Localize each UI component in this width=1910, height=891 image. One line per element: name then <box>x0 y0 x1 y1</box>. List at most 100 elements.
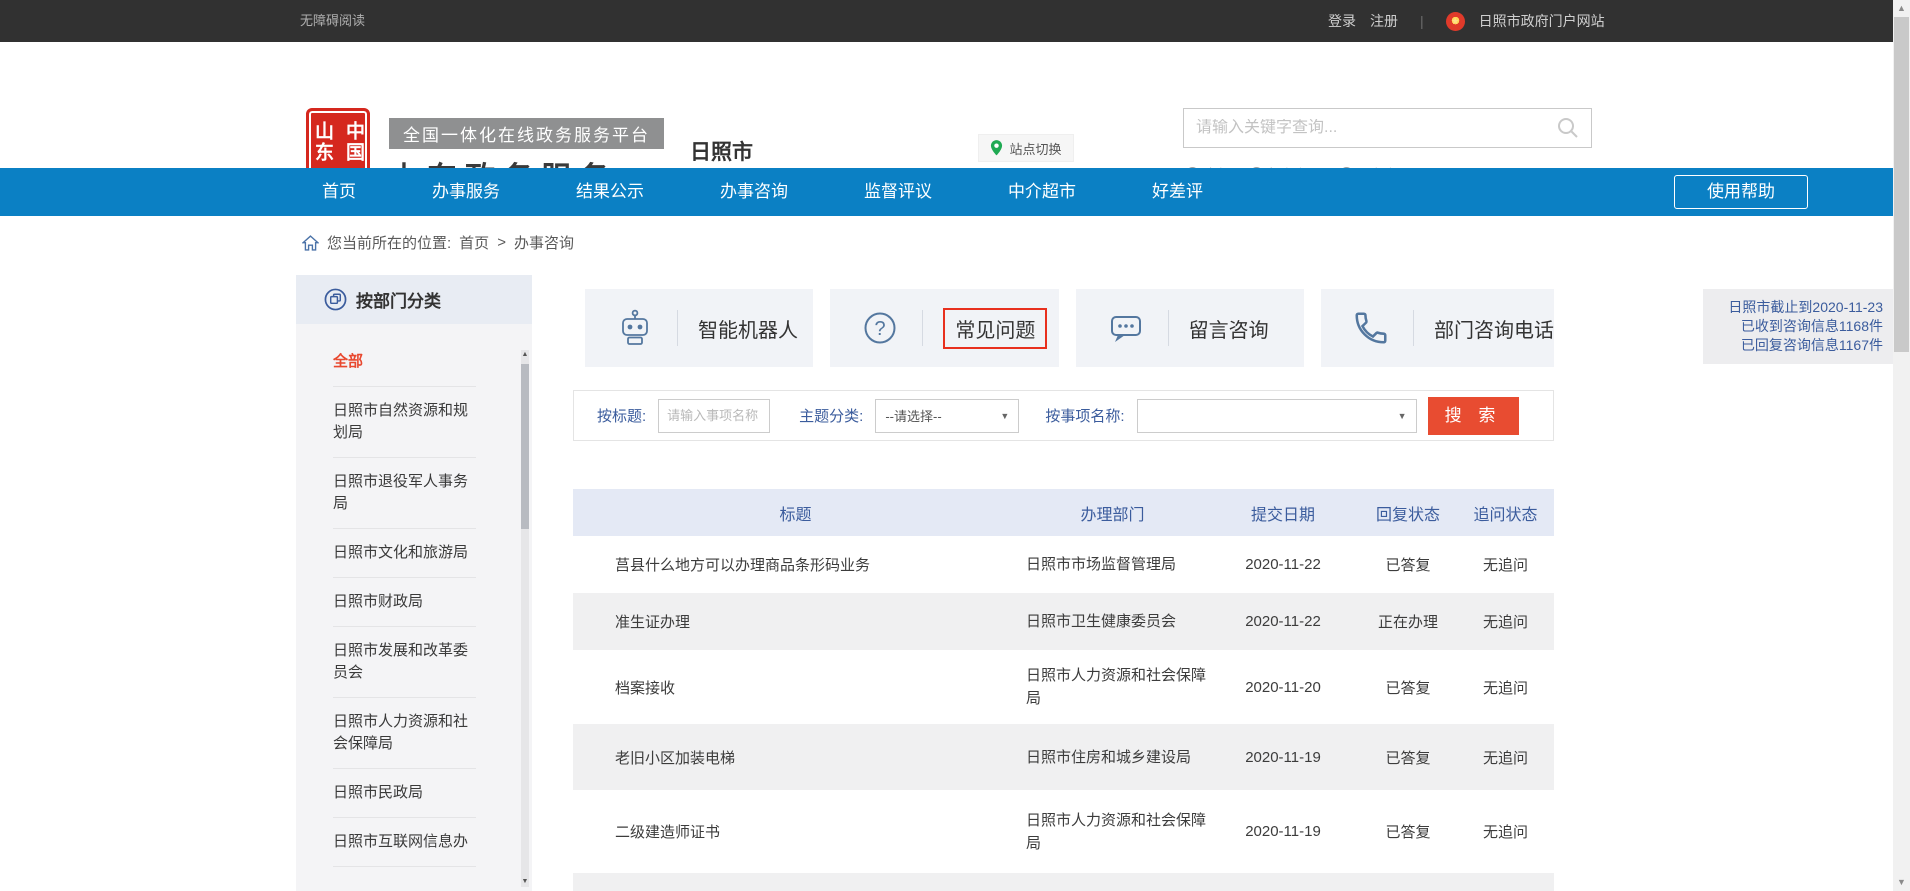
seal-text-left: 山东 <box>309 121 336 163</box>
topic-select-value: --请选择-- <box>885 406 941 425</box>
consult-channel-cards: 智能机器人 ? 常见问题 留言咨询 部门咨询电话 <box>585 289 1554 367</box>
nav-item-services[interactable]: 办事服务 <box>432 168 500 216</box>
row-follow-status: 无追问 <box>1457 611 1554 632</box>
row-title-link[interactable]: 二级建造师证书 <box>573 821 1018 842</box>
keyword-search-input[interactable] <box>1184 119 1555 137</box>
table-row[interactable]: 档案接收 日照市人力资源和社会保障局 2020-11-20 已答复 无追问 <box>573 650 1554 724</box>
accessibility-link[interactable]: 无障碍阅读 <box>300 0 365 42</box>
tab-smart-robot[interactable]: 智能机器人 <box>585 289 813 367</box>
sidebar-item-all[interactable]: 全部 <box>333 338 476 387</box>
question-icon: ? <box>858 308 902 348</box>
sidebar-title: 按部门分类 <box>356 287 441 312</box>
tab-department-phone[interactable]: 部门咨询电话 <box>1321 289 1554 367</box>
robot-icon <box>613 308 657 348</box>
consultation-stats: 日照市截止到2020-11-23 已收到咨询信息1168件 已回复咨询信息116… <box>1703 289 1893 364</box>
table-row-partially-visible <box>573 873 1554 891</box>
nav-item-supervision[interactable]: 监督评议 <box>864 168 932 216</box>
register-link[interactable]: 注册 <box>1370 11 1398 31</box>
breadcrumb-home[interactable]: 首页 <box>459 232 489 253</box>
breadcrumb-separator: > <box>497 234 506 251</box>
sidebar-item-civil-affairs[interactable]: 日照市民政局 <box>333 769 476 818</box>
nav-item-home[interactable]: 首页 <box>322 168 356 216</box>
row-department: 日照市人力资源和社会保障局 <box>1018 664 1207 710</box>
portal-link[interactable]: 日照市政府门户网站 <box>1479 11 1605 31</box>
sidebar-item-finance[interactable]: 日照市财政局 <box>333 578 476 627</box>
item-name-select[interactable]: ▼ <box>1137 399 1417 433</box>
sidebar-item-human-resources[interactable]: 日照市人力资源和社会保障局 <box>333 698 476 769</box>
table-body: 莒县什么地方可以办理商品条形码业务 日照市市场监督管理局 2020-11-22 … <box>573 536 1554 891</box>
sidebar-item-natural-resources[interactable]: 日照市自然资源和规划局 <box>333 387 476 458</box>
row-title-link[interactable]: 档案接收 <box>573 677 1018 698</box>
breadcrumb-prefix: 您当前所在的位置: <box>327 232 451 253</box>
row-department: 日照市人力资源和社会保障局 <box>1018 809 1207 855</box>
nav-item-rating[interactable]: 好差评 <box>1152 168 1203 216</box>
nav-item-consult[interactable]: 办事咨询 <box>720 168 788 216</box>
sidebar-item-veterans[interactable]: 日照市退役军人事务局 <box>333 458 476 529</box>
message-icon <box>1104 308 1148 348</box>
login-link[interactable]: 登录 <box>1328 11 1356 31</box>
nav-item-results[interactable]: 结果公示 <box>576 168 644 216</box>
topic-select[interactable]: --请选择-- ▼ <box>875 399 1019 433</box>
row-follow-status: 无追问 <box>1457 747 1554 768</box>
breadcrumb: 您当前所在的位置: 首页 > 办事咨询 <box>302 232 574 253</box>
row-date: 2020-11-19 <box>1207 823 1359 840</box>
department-sidebar: 按部门分类 全部 日照市自然资源和规划局 日照市退役军人事务局 日照市文化和旅游… <box>296 275 532 891</box>
logo-tagline: 全国一体化在线政务服务平台 <box>389 118 664 149</box>
sidebar-item-culture-tourism[interactable]: 日照市文化和旅游局 <box>333 529 476 578</box>
row-reply-status: 正在办理 <box>1359 611 1457 632</box>
tab-label-department-phone: 部门咨询电话 <box>1434 314 1554 343</box>
row-title-link[interactable]: 莒县什么地方可以办理商品条形码业务 <box>573 554 1018 575</box>
nav-item-intermediary[interactable]: 中介超市 <box>1008 168 1076 216</box>
national-emblem-icon: ★ <box>1446 12 1465 31</box>
search-icon[interactable] <box>1555 115 1581 141</box>
row-date: 2020-11-22 <box>1207 613 1359 630</box>
stats-line-received: 已收到咨询信息1168件 <box>1703 317 1883 336</box>
table-row[interactable]: 莒县什么地方可以办理商品条形码业务 日照市市场监督管理局 2020-11-22 … <box>573 536 1554 593</box>
column-header-date: 提交日期 <box>1207 501 1359 525</box>
filter-title-label: 按标题: <box>597 405 646 426</box>
sidebar-scroll-thumb[interactable] <box>521 364 529 529</box>
table-row[interactable]: 老旧小区加装电梯 日照市住房和城乡建设局 2020-11-19 已答复 无追问 <box>573 724 1554 790</box>
site-header: 中国 山东 全国一体化在线政务服务平台 山东政务服务 日照市 站点切换 全部 权 <box>0 42 1910 168</box>
help-button[interactable]: 使用帮助 <box>1674 175 1808 209</box>
tab-leave-message[interactable]: 留言咨询 <box>1076 289 1304 367</box>
chevron-down-icon: ▼ <box>1398 411 1407 421</box>
column-header-title: 标题 <box>573 501 1018 525</box>
tab-label-faq-highlighted: 常见问题 <box>943 308 1047 349</box>
filter-search-button[interactable]: 搜 索 <box>1428 397 1519 435</box>
tab-label-leave-message: 留言咨询 <box>1189 314 1269 343</box>
filter-title-input[interactable] <box>658 399 770 433</box>
sidebar-scroll-down-icon[interactable]: ▼ <box>521 877 529 887</box>
scroll-up-icon[interactable]: ▲ <box>1893 0 1910 17</box>
keyword-search-box <box>1183 108 1592 148</box>
sidebar-header: 按部门分类 <box>296 275 532 324</box>
faq-filter-bar: 按标题: 主题分类: --请选择-- ▼ 按事项名称: ▼ 搜 索 <box>573 390 1554 441</box>
seal-text-right: 中国 <box>340 121 367 163</box>
government-service-portal-page: 无障碍阅读 登录 注册 | ★ 日照市政府门户网站 中国 山东 全国一体化在线政… <box>0 0 1910 891</box>
table-row[interactable]: 二级建造师证书 日照市人力资源和社会保障局 2020-11-19 已答复 无追问 <box>573 790 1554 873</box>
row-department: 日照市卫生健康委员会 <box>1018 610 1207 633</box>
row-title-link[interactable]: 老旧小区加装电梯 <box>573 747 1018 768</box>
chevron-down-icon: ▼ <box>1000 411 1009 421</box>
scroll-down-icon[interactable]: ▼ <box>1893 874 1910 891</box>
row-reply-status: 已答复 <box>1359 821 1457 842</box>
sidebar-scroll-up-icon[interactable]: ▲ <box>521 350 529 360</box>
sidebar-scrollbar[interactable]: ▲ ▼ <box>521 350 529 887</box>
table-row[interactable]: 准生证办理 日照市卫生健康委员会 2020-11-22 正在办理 无追问 <box>573 593 1554 650</box>
tab-faq[interactable]: ? 常见问题 <box>830 289 1058 367</box>
sidebar-item-development-reform[interactable]: 日照市发展和改革委员会 <box>333 627 476 698</box>
site-switch-button[interactable]: 站点切换 <box>978 134 1074 162</box>
phone-icon <box>1349 309 1393 347</box>
scrollbar-thumb[interactable] <box>1894 17 1909 352</box>
department-list: 全部 日照市自然资源和规划局 日照市退役军人事务局 日照市文化和旅游局 日照市财… <box>296 324 532 867</box>
card-divider <box>677 310 678 346</box>
row-title-link[interactable]: 准生证办理 <box>573 611 1018 632</box>
row-reply-status: 已答复 <box>1359 747 1457 768</box>
column-header-department: 办理部门 <box>1018 501 1207 525</box>
current-city-label: 日照市 <box>690 136 753 166</box>
card-divider <box>1413 310 1414 346</box>
sidebar-item-internet-info[interactable]: 日照市互联网信息办 <box>333 818 476 867</box>
page-scrollbar[interactable]: ▲ ▼ <box>1893 0 1910 891</box>
row-department: 日照市住房和城乡建设局 <box>1018 746 1207 769</box>
topbar-separator: | <box>1420 13 1424 29</box>
